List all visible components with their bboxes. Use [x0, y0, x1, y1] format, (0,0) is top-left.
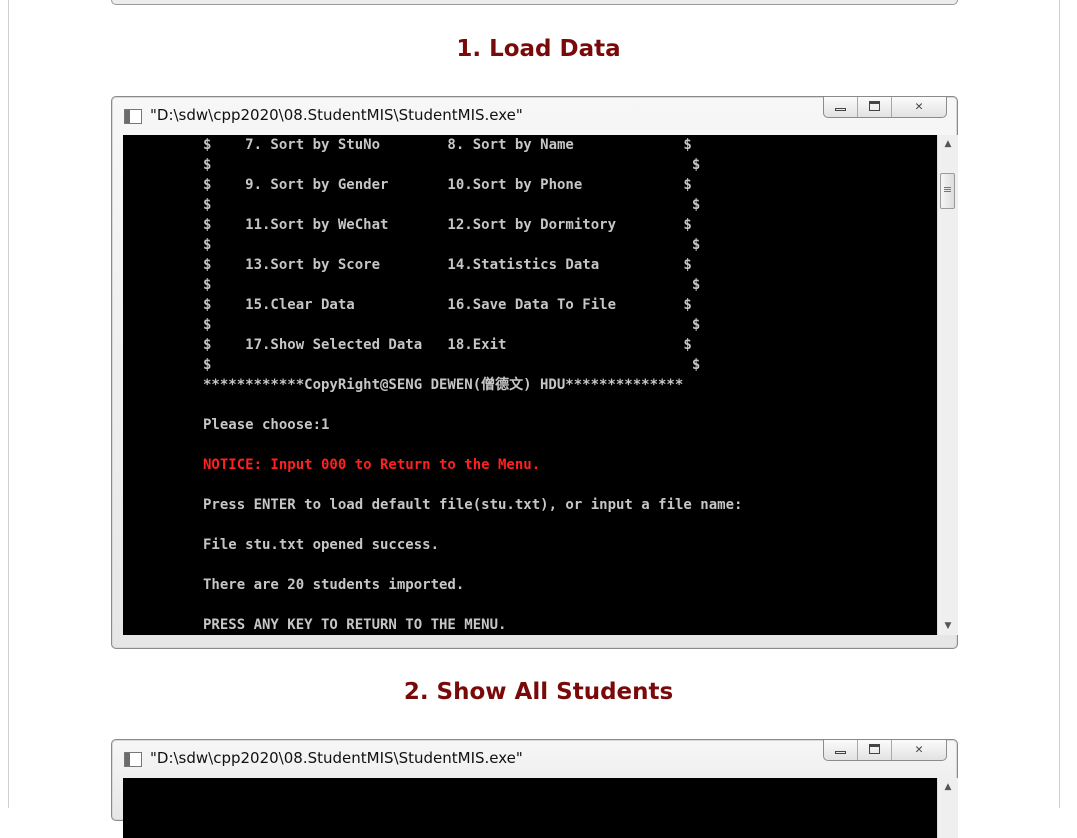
window-titlebar[interactable]: "D:\sdw\cpp2020\08.StudentMIS\StudentMIS…: [112, 740, 957, 778]
console-line: PRESS ANY KEY TO RETURN TO THE MENU.: [203, 617, 507, 633]
console-line: $ 7. Sort by StuNo 8. Sort by Name $: [203, 137, 692, 153]
console-line: NOTICE: Input 000 to Return to the Menu.: [203, 457, 541, 473]
console-app-icon: [124, 752, 142, 767]
console-line: $ 15.Clear Data 16.Save Data To File $: [203, 297, 692, 313]
maximize-button[interactable]: [858, 740, 892, 760]
console-line: $ $: [203, 357, 701, 373]
console-line: $ 13.Sort by Score 14.Statistics Data $: [203, 257, 692, 273]
console-line: $ 9. Sort by Gender 10.Sort by Phone $: [203, 177, 692, 193]
console-line: $ $: [203, 317, 701, 333]
console-line: $ $: [203, 277, 701, 293]
section-title-load-data: 1. Load Data: [456, 36, 621, 62]
console-line: $ $: [203, 197, 701, 213]
console-text: $ 7. Sort by StuNo 8. Sort by Name $ $ $ $…: [203, 135, 742, 635]
scroll-up-icon[interactable]: ▲: [938, 778, 958, 796]
console-line: Please choose:1: [203, 417, 330, 433]
console-line: ************CopyRight@SENG DEWEN(僧德文) HD…: [203, 377, 684, 393]
previous-window-bottom-edge: [111, 0, 958, 5]
vertical-scrollbar[interactable]: ▲: [937, 778, 958, 838]
console-output[interactable]: [123, 778, 955, 838]
console-line: $ 11.Sort by WeChat 12.Sort by Dormitory…: [203, 217, 692, 233]
window-titlebar[interactable]: "D:\sdw\cpp2020\08.StudentMIS\StudentMIS…: [112, 97, 957, 135]
close-button[interactable]: ✕: [892, 97, 946, 117]
section-title-show-all-students: 2. Show All Students: [403, 679, 674, 705]
close-icon: ✕: [915, 742, 923, 757]
maximize-button[interactable]: [858, 97, 892, 117]
minimize-button[interactable]: [824, 740, 858, 760]
scrollbar-thumb[interactable]: [940, 173, 955, 209]
console-line: File stu.txt opened success.: [203, 537, 440, 553]
caption-buttons: ✕: [823, 97, 947, 118]
minimize-button[interactable]: [824, 97, 858, 117]
console-line: $ $: [203, 237, 701, 253]
caption-buttons: ✕: [823, 740, 947, 761]
console-line: There are 20 students imported.: [203, 577, 465, 593]
close-icon: ✕: [915, 99, 923, 114]
close-button[interactable]: ✕: [892, 740, 946, 760]
console-window-show-all-students[interactable]: "D:\sdw\cpp2020\08.StudentMIS\StudentMIS…: [111, 739, 958, 838]
window-title: "D:\sdw\cpp2020\08.StudentMIS\StudentMIS…: [150, 749, 523, 767]
window-title: "D:\sdw\cpp2020\08.StudentMIS\StudentMIS…: [150, 106, 523, 124]
console-line: $ 17.Show Selected Data 18.Exit $: [203, 337, 692, 353]
console-app-icon: [124, 109, 142, 124]
vertical-scrollbar[interactable]: ▲ ▼: [937, 135, 958, 635]
scroll-down-icon[interactable]: ▼: [938, 617, 958, 635]
console-line: Press ENTER to load default file(stu.txt…: [203, 497, 743, 513]
scroll-up-icon[interactable]: ▲: [938, 135, 958, 153]
console-output[interactable]: $ 7. Sort by StuNo 8. Sort by Name $ $ $ $…: [123, 135, 955, 635]
console-window-load-data[interactable]: "D:\sdw\cpp2020\08.StudentMIS\StudentMIS…: [111, 96, 958, 649]
console-line: $ $: [203, 157, 701, 173]
